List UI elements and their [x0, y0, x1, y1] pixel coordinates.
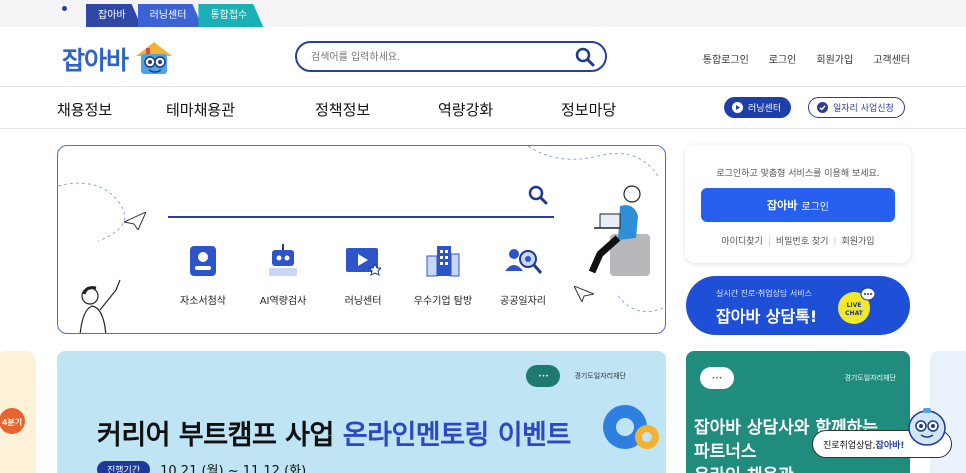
person-laptop-illustration — [588, 185, 650, 276]
period-tag: 진행기간 — [97, 461, 151, 473]
quick-menu-label: 우수기업 탐방 — [413, 296, 473, 307]
job-program-label: 일자리 사업신청 — [833, 104, 894, 114]
learning-center-button[interactable]: 러닝센터 — [724, 97, 792, 118]
signup-link[interactable]: 회원가입 — [841, 237, 874, 247]
badge-4q-icon: 4분기 — [0, 408, 25, 434]
partner-logo-text: 경기도일자리재단 — [574, 372, 626, 380]
banner-title-a: 커리어 부트캠프 사업 — [97, 420, 343, 451]
paper-plane-icon — [574, 286, 594, 302]
quick-menu-label: AI역량검사 — [259, 296, 307, 307]
nav-item-skills[interactable]: 역량강화 — [438, 99, 493, 120]
main-search-panel: 자소서첨삭 AI역량검사 러닝센터 우수기업 탐방 공공일자리 — [57, 145, 666, 334]
consult-talk-banner[interactable]: 실시간 진로·취업상담 서비스 잡아바 상담톡! LIVE CHAT — [686, 276, 910, 335]
banner-career-bootcamp[interactable]: ••• 경기도일자리재단 커리어 부트캠프 사업 온라인멘토링 이벤트 진행기간… — [57, 351, 666, 473]
chat-badge-live: LIVE — [847, 302, 862, 309]
quick-menu-resume[interactable]: 자소서첨삭 — [163, 242, 243, 307]
login-links: 아이디찾기 | 비밀번호 찾기 | 회원가입 — [685, 234, 911, 247]
gear-icon — [603, 405, 659, 449]
search-icon[interactable] — [528, 185, 548, 209]
period-dates: 10.21 (월) ~ 11.12 (화) — [160, 464, 307, 473]
site-logo[interactable]: 잡아바 — [62, 39, 176, 79]
separator: | — [767, 237, 771, 247]
banner-title: 커리어 부트캠프 사업 온라인멘토링 이벤트 — [97, 413, 571, 452]
login-button-brand: 잡아바 — [767, 199, 798, 212]
top-strip: 잡아바 러닝센터 통합접수 — [0, 0, 966, 27]
robot-icon — [243, 242, 323, 280]
live-chat-icon: LIVE CHAT — [838, 287, 876, 324]
talk-subtitle: 실시간 진로·취업상담 서비스 — [716, 289, 812, 298]
partner-logo-text: 경기도일자리재단 — [844, 374, 896, 382]
util-integrated-login[interactable]: 통합로그인 — [703, 51, 749, 66]
site-tab-learning[interactable]: 러닝센터 — [138, 4, 203, 27]
main-nav: 채용정보 테마채용관 정책정보 역량강화 정보마당 러닝센터 일자리 사업신청 — [0, 87, 966, 129]
banner-prev-peek[interactable]: 4분기 — [0, 351, 36, 473]
quick-menu-learning[interactable]: 러닝센터 — [323, 242, 403, 307]
page: 잡아바 러닝센터 통합접수 잡아바 통합 — [0, 0, 966, 473]
site-tabs: 잡아바 러닝센터 통합접수 — [86, 4, 259, 27]
left-peek-text: 4분기 — [2, 417, 22, 427]
job-program-button[interactable]: 일자리 사업신청 — [808, 97, 905, 118]
logo-text: 잡아바 — [62, 46, 129, 75]
banner-period: 진행기간 10.21 (월) ~ 11.12 (화) — [97, 460, 306, 473]
check-icon — [817, 102, 828, 113]
partner-logo: ••• — [526, 365, 561, 387]
people-search-icon — [483, 242, 563, 280]
find-password-link[interactable]: 비밀번호 찾기 — [776, 237, 829, 247]
quick-menu-label: 자소서첨삭 — [180, 296, 226, 307]
nav-item-policy[interactable]: 정책정보 — [315, 99, 370, 120]
search-underline — [168, 216, 554, 218]
banner-title-b: 온라인멘토링 이벤트 — [342, 420, 571, 451]
mascot-icon[interactable] — [904, 404, 950, 450]
login-message: 로그인하고 맞춤형 서비스를 이용해 보세요. — [716, 169, 880, 179]
float-bubble-text: 진로취업상담, — [823, 440, 876, 451]
paper-plane-icon — [124, 212, 146, 230]
partner-logo: ••• — [700, 367, 734, 389]
find-id-link[interactable]: 아이디찾기 — [721, 237, 762, 247]
banner-logos: ••• 경기도일자리재단 — [526, 365, 626, 387]
person-pointing-illustration — [79, 279, 121, 333]
search-box — [295, 41, 607, 72]
login-button[interactable]: 잡아바 로그인 — [701, 188, 895, 222]
mascot-icon — [136, 42, 173, 74]
banner-right-line2: 파트너스 — [694, 442, 757, 462]
site-tab-integrated[interactable]: 통합접수 — [198, 4, 263, 27]
resume-icon — [163, 242, 243, 280]
quick-menu-label: 공공일자리 — [500, 296, 546, 307]
quick-menu-ai-test[interactable]: AI역량검사 — [243, 242, 323, 307]
login-box: 로그인하고 맞춤형 서비스를 이용해 보세요. 잡아바 로그인 아이디찾기 | 비밀… — [685, 145, 911, 263]
quick-menu-public-jobs[interactable]: 공공일자리 — [483, 242, 563, 307]
talk-title: 잡아바 상담톡! — [716, 307, 818, 326]
search-icon[interactable] — [575, 47, 595, 71]
banner-logos: ••• 경기도일자리재단 — [700, 367, 896, 389]
nav-item-theme[interactable]: 테마채용관 — [166, 99, 235, 120]
util-customer-center[interactable]: 고객센터 — [873, 51, 910, 66]
float-bubble-brand: 잡아바! — [875, 440, 905, 451]
util-links: 통합로그인 로그인 회원가입 고객센터 — [703, 51, 910, 66]
quick-menu-company-tour[interactable]: 우수기업 탐방 — [403, 242, 483, 307]
learning-center-label: 러닝센터 — [748, 104, 782, 114]
nav-item-jobs[interactable]: 채용정보 — [57, 99, 112, 120]
nav-item-info[interactable]: 정보마당 — [561, 99, 616, 120]
chat-badge-chat: CHAT — [845, 310, 864, 317]
separator: | — [833, 237, 837, 247]
building-icon — [403, 242, 483, 280]
quick-menu-label: 러닝센터 — [344, 296, 382, 307]
dot-icon — [62, 6, 67, 11]
video-play-icon — [323, 242, 403, 280]
search-input[interactable] — [311, 48, 571, 66]
site-tab-jobaba[interactable]: 잡아바 — [86, 4, 142, 27]
util-login[interactable]: 로그인 — [769, 51, 797, 66]
util-signup[interactable]: 회원가입 — [816, 51, 853, 66]
play-icon — [732, 102, 743, 113]
header: 잡아바 통합로그인 로그인 회원가입 고객센터 — [0, 27, 966, 87]
banner-right-line3: 온라인 채용관 — [694, 461, 794, 473]
login-button-label: 로그인 — [801, 201, 829, 213]
